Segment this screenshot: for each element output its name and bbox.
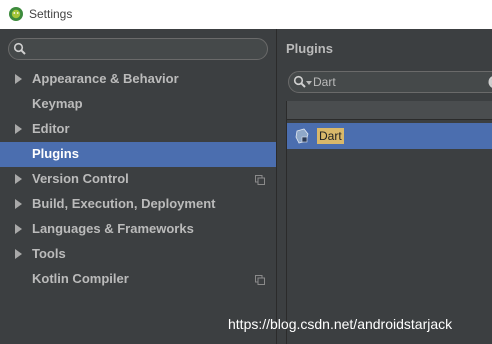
android-studio-icon	[9, 7, 23, 21]
panel-title: Plugins	[286, 41, 333, 56]
sidebar-item-label: Kotlin Compiler	[32, 271, 129, 286]
sidebar-item-label: Version Control	[32, 171, 129, 186]
sidebar-item-kotlin-compiler[interactable]: Kotlin Compiler	[0, 267, 276, 292]
sidebar-item-appearance-behavior[interactable]: Appearance & Behavior	[0, 67, 276, 92]
settings-sidebar: Appearance & Behavior Keymap Editor Plug…	[0, 29, 276, 344]
sidebar-item-plugins[interactable]: Plugins	[0, 142, 276, 167]
plugin-list-header[interactable]	[287, 101, 492, 120]
settings-search-input[interactable]	[31, 41, 261, 57]
expand-arrow-icon[interactable]	[15, 249, 22, 259]
expand-arrow-icon[interactable]	[15, 174, 22, 184]
settings-tree: Appearance & Behavior Keymap Editor Plug…	[0, 67, 276, 292]
sidebar-item-label: Build, Execution, Deployment	[32, 196, 216, 211]
sidebar-item-version-control[interactable]: Version Control	[0, 167, 276, 192]
clear-search-icon[interactable]	[488, 75, 492, 89]
sidebar-item-languages-frameworks[interactable]: Languages & Frameworks	[0, 217, 276, 242]
sidebar-item-label: Plugins	[32, 146, 79, 161]
sidebar-item-build-execution-deployment[interactable]: Build, Execution, Deployment	[0, 192, 276, 217]
expand-arrow-icon[interactable]	[15, 124, 22, 134]
search-icon	[13, 42, 26, 55]
window-title: Settings	[29, 7, 73, 21]
plugin-name: Dart	[317, 128, 344, 144]
search-icon[interactable]	[293, 75, 307, 89]
title-bar: Settings	[0, 0, 492, 29]
sidebar-item-label: Languages & Frameworks	[32, 221, 194, 236]
sidebar-item-label: Tools	[32, 246, 66, 261]
plugin-search-input[interactable]	[313, 74, 473, 90]
plugin-search[interactable]	[288, 71, 492, 93]
search-history-dropdown-icon[interactable]	[306, 81, 312, 85]
sidebar-item-label: Editor	[32, 121, 70, 136]
plugin-row-dart[interactable]: Dart	[287, 123, 492, 149]
plugin-icon	[295, 128, 309, 144]
project-settings-icon	[255, 175, 265, 185]
sidebar-item-label: Appearance & Behavior	[32, 71, 179, 86]
settings-search[interactable]	[8, 38, 268, 60]
sidebar-item-keymap[interactable]: Keymap	[0, 92, 276, 117]
expand-arrow-icon[interactable]	[15, 224, 22, 234]
expand-arrow-icon[interactable]	[15, 199, 22, 209]
sidebar-item-editor[interactable]: Editor	[0, 117, 276, 142]
sidebar-item-label: Keymap	[32, 96, 83, 111]
sidebar-item-tools[interactable]: Tools	[0, 242, 276, 267]
plugin-list: Dart	[286, 101, 492, 344]
project-settings-icon	[255, 275, 265, 285]
expand-arrow-icon[interactable]	[15, 74, 22, 84]
watermark: https://blog.csdn.net/androidstarjack	[228, 316, 453, 332]
plugins-panel: Plugins Dart	[277, 29, 492, 344]
